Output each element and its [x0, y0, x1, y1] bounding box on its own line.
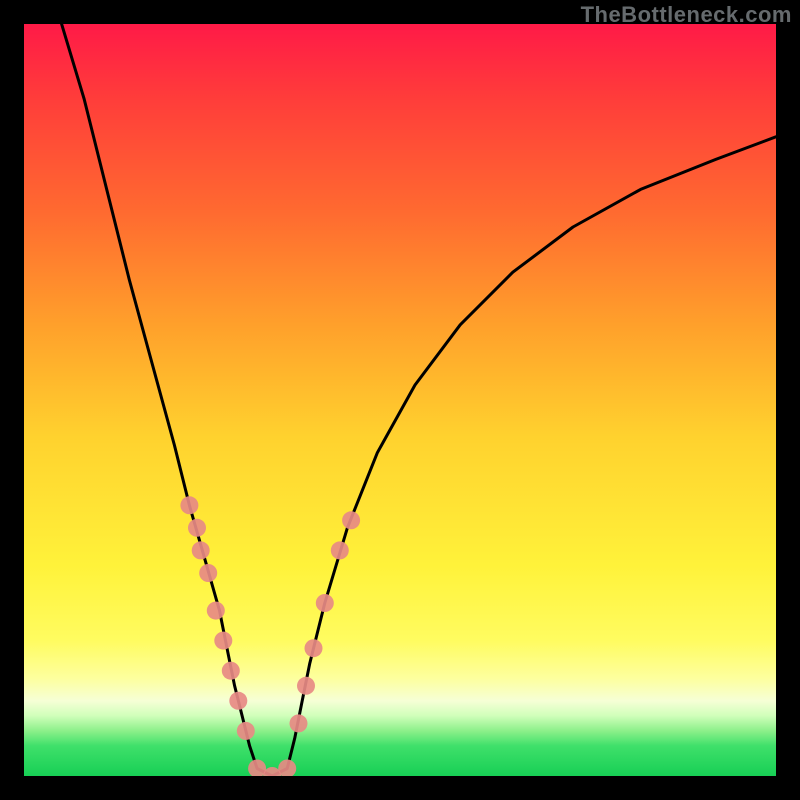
- curve-group: [62, 24, 776, 776]
- data-point: [342, 511, 360, 529]
- marker-group: [180, 496, 360, 776]
- data-point: [229, 692, 247, 710]
- data-point: [214, 632, 232, 650]
- curve-layer: [24, 24, 776, 776]
- data-point: [237, 722, 255, 740]
- data-point: [316, 594, 334, 612]
- data-point: [248, 760, 266, 777]
- data-point: [297, 677, 315, 695]
- data-point: [207, 602, 225, 620]
- data-point: [331, 541, 349, 559]
- data-point: [222, 662, 240, 680]
- data-point: [192, 541, 210, 559]
- data-point: [199, 564, 217, 582]
- data-point: [278, 760, 296, 777]
- data-point: [290, 714, 308, 732]
- data-point: [188, 519, 206, 537]
- chart-frame: TheBottleneck.com: [0, 0, 800, 800]
- bottleneck-curve: [62, 24, 776, 776]
- data-point: [180, 496, 198, 514]
- plot-area: [24, 24, 776, 776]
- data-point: [305, 639, 323, 657]
